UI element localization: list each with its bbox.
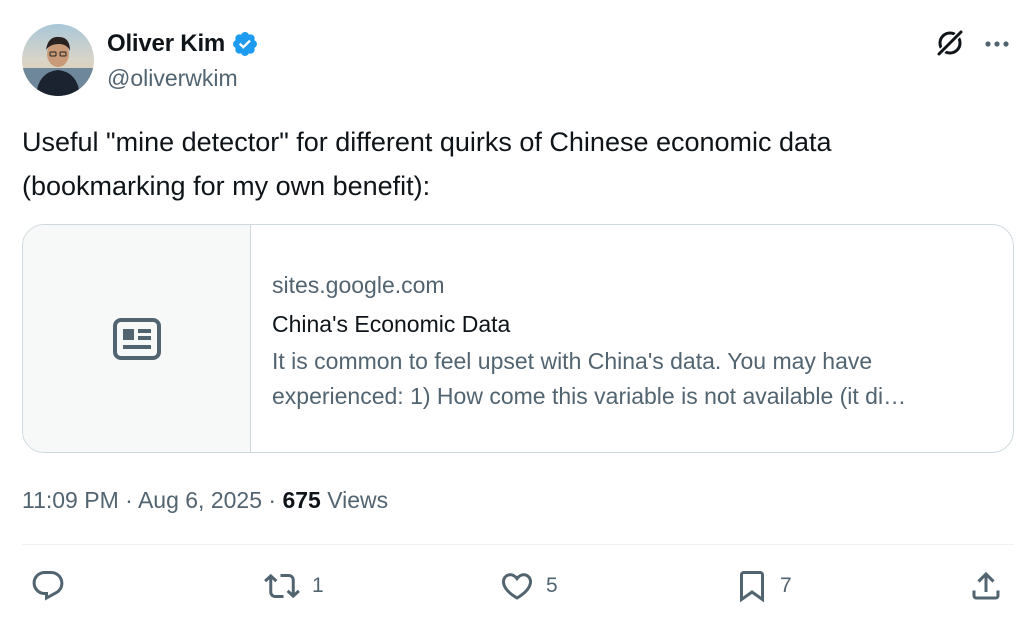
bookmark-count: 7 bbox=[780, 574, 792, 597]
tweet-time[interactable]: 11:09 PM bbox=[22, 487, 119, 513]
views-count: 675 bbox=[282, 487, 321, 513]
share-button[interactable] bbox=[968, 566, 1004, 606]
tweet-text: Useful "mine detector" for different qui… bbox=[22, 120, 1012, 208]
views-label: Views bbox=[327, 487, 389, 513]
card-description-line: experienced: 1) How come this variable i… bbox=[272, 383, 907, 409]
bookmark-button[interactable]: 7 bbox=[734, 566, 792, 606]
retweet-icon bbox=[264, 573, 300, 599]
reply-button[interactable] bbox=[30, 566, 66, 606]
card-title: China's Economic Data bbox=[272, 311, 511, 337]
tweet-text-line: (bookmarking for my own benefit): bbox=[22, 171, 431, 201]
share-icon bbox=[972, 571, 1000, 600]
avatar[interactable] bbox=[22, 24, 94, 96]
author-display-name[interactable]: Oliver Kim bbox=[107, 30, 225, 58]
more-options-icon[interactable] bbox=[982, 30, 1012, 58]
tweet-date[interactable]: Aug 6, 2025 bbox=[138, 487, 262, 513]
card-description: It is common to feel upset with China's … bbox=[272, 344, 992, 414]
heart-icon bbox=[501, 573, 533, 600]
link-preview-card[interactable]: sites.google.com China's Economic Data I… bbox=[22, 224, 1014, 453]
author-handle[interactable]: @oliverwkim bbox=[107, 65, 238, 92]
card-domain: sites.google.com bbox=[272, 272, 445, 298]
author-name-row: Oliver Kim bbox=[107, 28, 259, 60]
retweet-button[interactable]: 1 bbox=[262, 566, 324, 606]
like-count: 5 bbox=[546, 574, 558, 597]
card-media bbox=[23, 225, 251, 452]
action-bar: 1 5 7 bbox=[22, 566, 1014, 606]
divider bbox=[22, 544, 1014, 545]
meta-separator: · bbox=[125, 487, 133, 513]
like-button[interactable]: 5 bbox=[498, 566, 558, 606]
article-icon bbox=[112, 317, 161, 360]
card-description-line: It is common to feel upset with China's … bbox=[272, 348, 873, 374]
grok-icon[interactable] bbox=[934, 27, 966, 59]
meta-separator: · bbox=[268, 487, 277, 513]
avatar-image bbox=[22, 24, 94, 96]
verified-badge-icon[interactable] bbox=[231, 30, 259, 58]
tweet-text-line: Useful "mine detector" for different qui… bbox=[22, 127, 832, 157]
tweet-meta: 11:09 PM · Aug 6, 2025 · 675 Views bbox=[22, 484, 388, 516]
card-body: sites.google.com China's Economic Data I… bbox=[251, 225, 1013, 452]
bookmark-icon bbox=[740, 571, 764, 603]
reply-icon bbox=[32, 571, 64, 601]
retweet-count: 1 bbox=[312, 574, 324, 597]
